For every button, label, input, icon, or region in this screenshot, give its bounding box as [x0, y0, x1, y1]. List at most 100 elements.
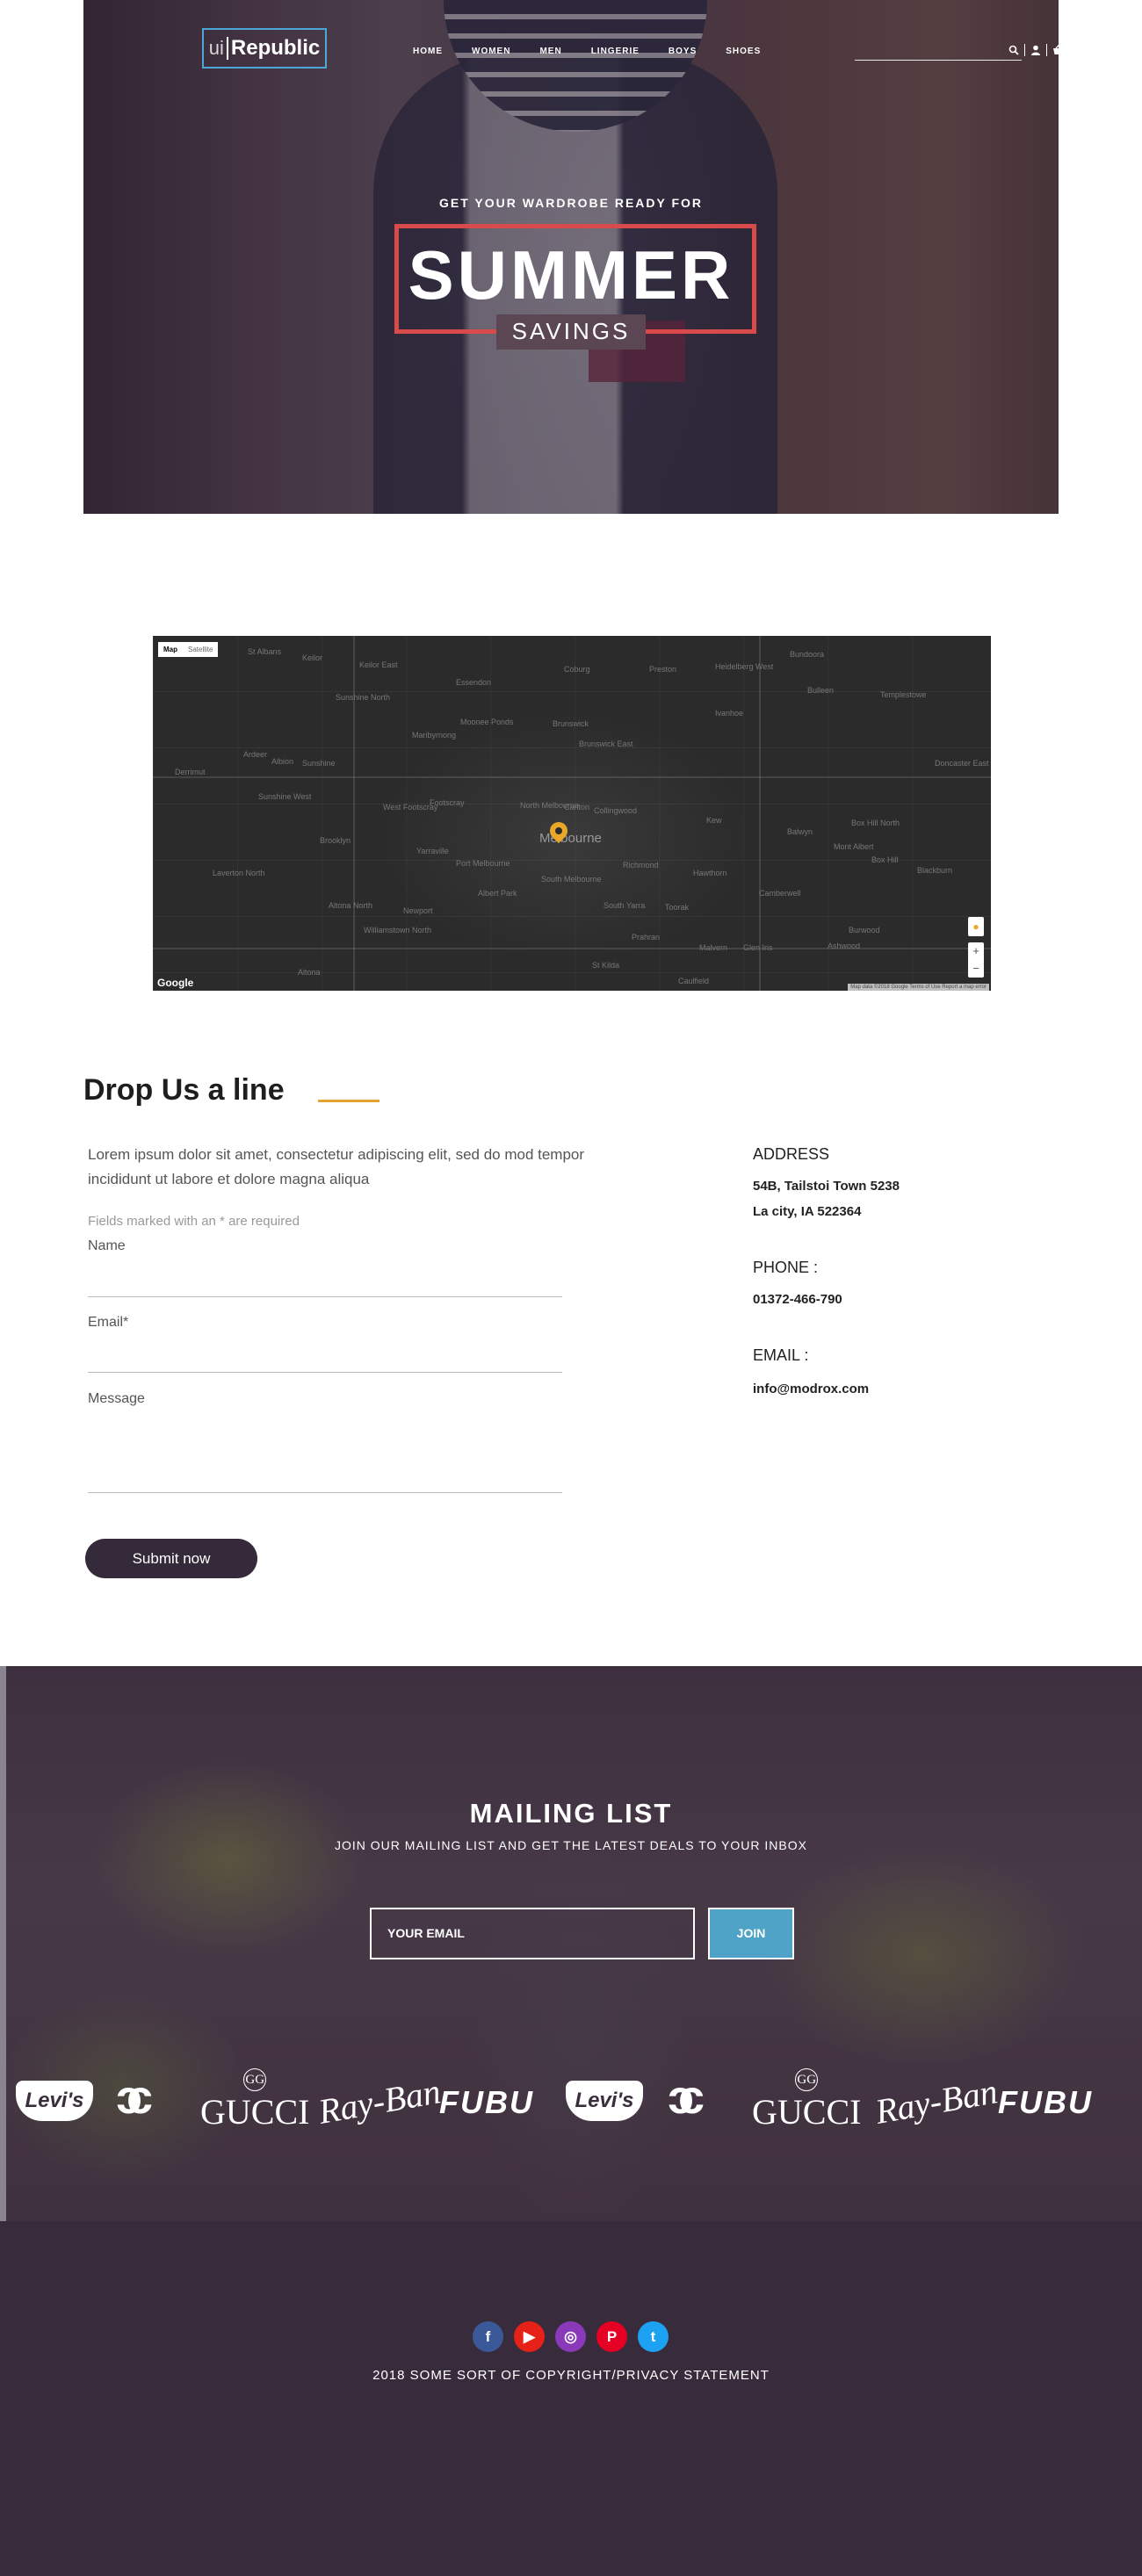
phone-value[interactable]: 01372-466-790 — [753, 1287, 842, 1312]
map-place-label: Templestowe — [880, 690, 927, 699]
map-place-label: Malvern — [699, 943, 728, 952]
map-place-label: Balwyn — [787, 827, 813, 836]
map-place-label: St Kilda — [592, 961, 620, 970]
nav-home[interactable]: HOME — [413, 47, 443, 56]
map-city-label: Melbourne — [539, 831, 602, 846]
map-place-label: St Albans — [248, 647, 282, 656]
map-type-satellite[interactable]: Satellite — [183, 642, 218, 657]
map-place-label: Ardeer — [243, 750, 268, 759]
brand-logo-fubu[interactable]: FUBU — [998, 2084, 1093, 2121]
street-view-pegman-icon[interactable]: ● — [968, 917, 984, 936]
user-icon[interactable] — [1030, 45, 1041, 55]
message-field[interactable] — [88, 1492, 562, 1493]
zoom-out-button[interactable]: − — [968, 960, 984, 978]
gucci-monogram-icon: GG — [795, 2068, 819, 2091]
brand-logo-chanel[interactable]: ↄc — [116, 2070, 153, 2125]
brand-logo-fubu[interactable]: FUBU — [439, 2084, 534, 2121]
google-logo: Google — [157, 977, 194, 989]
map-place-label: Essendon — [456, 678, 492, 687]
brand-logo-levis[interactable]: Levi's — [16, 2081, 93, 2121]
map-place-label: Prahran — [632, 933, 661, 942]
zoom-in-button[interactable]: + — [968, 942, 984, 960]
submit-button[interactable]: Submit now — [85, 1539, 257, 1578]
map-road — [153, 948, 991, 949]
hero-banner: ui Republic HOME WOMEN MEN LINGERIE BOYS… — [83, 0, 1059, 514]
map-place-label: Box Hill — [871, 855, 899, 864]
facebook-icon[interactable]: f — [473, 2321, 503, 2352]
phone-heading: PHONE : — [753, 1259, 819, 1276]
brand-strip: Levi's ↄc GG GUCCI Ray-Ban FUBU Levi's ↄc… — [0, 2068, 1142, 2140]
map-place-label: Yarraville — [416, 847, 449, 855]
map-place-label: Kew — [706, 816, 722, 825]
pinterest-icon[interactable]: P — [596, 2321, 627, 2352]
required-note: Fields marked with an * are required — [88, 1214, 300, 1229]
instagram-icon[interactable]: ◎ — [555, 2321, 586, 2352]
join-button[interactable]: JOIN — [708, 1908, 794, 1959]
map-place-label: South Yarra — [604, 901, 646, 910]
site-logo[interactable]: ui Republic — [202, 28, 327, 69]
map-place-label: Richmond — [623, 861, 659, 869]
nav-men[interactable]: MEN — [539, 47, 561, 56]
brand-logo-gucci[interactable]: GG GUCCI — [752, 2068, 861, 2132]
map-place-label: Moonee Ponds — [460, 718, 514, 726]
map-place-label: Toorak — [665, 903, 690, 912]
brand-gucci-text: GUCCI — [200, 2092, 310, 2132]
nav-boys[interactable]: BOYS — [669, 47, 697, 56]
contact-title: Drop Us a line — [83, 1073, 285, 1107]
nav-shoes[interactable]: SHOES — [726, 47, 761, 56]
map-place-label: Newport — [403, 906, 433, 915]
map-place-label: Carlton — [564, 803, 590, 812]
map-place-label: Ashwood — [828, 942, 861, 950]
map-place-label: Altona North — [329, 901, 373, 910]
map-place-label: Sunshine West — [258, 792, 312, 801]
email-field[interactable] — [88, 1372, 562, 1373]
map-place-label: Glen Iris — [743, 943, 773, 952]
map-place-label: Derrimut — [175, 768, 206, 776]
address-line-2: La city, IA 522364 — [753, 1204, 862, 1219]
icon-separator — [1024, 44, 1025, 56]
twitter-icon[interactable]: t — [638, 2321, 669, 2352]
search-input[interactable] — [855, 60, 1022, 61]
map-type-map[interactable]: Map — [158, 642, 183, 657]
brand-logo-gucci[interactable]: GG GUCCI — [200, 2068, 309, 2132]
map-zoom-controls[interactable]: + − — [968, 942, 984, 978]
map-type-toggle[interactable]: Map Satellite — [158, 642, 219, 657]
name-field[interactable] — [88, 1296, 562, 1297]
map-attribution[interactable]: Map data ©2018 Google Terms of Use Repor… — [848, 984, 989, 991]
brand-logo-levis[interactable]: Levi's — [566, 2081, 643, 2121]
newsletter-email-input[interactable]: YOUR EMAIL — [370, 1908, 695, 1959]
map-place-label: Coburg — [564, 665, 590, 674]
brand-gucci-text: GUCCI — [752, 2092, 862, 2132]
title-underline — [318, 1100, 379, 1102]
mailing-title: MAILING LIST — [469, 1798, 673, 1829]
map-place-label: Box Hill North — [851, 819, 900, 827]
email-value[interactable]: info@modrox.com — [753, 1376, 869, 1402]
basket-icon[interactable] — [1052, 45, 1059, 55]
map-place-label: Brooklyn — [320, 836, 351, 845]
nav-women[interactable]: WOMEN — [472, 47, 510, 56]
map-road — [153, 776, 991, 778]
map-place-label: West Footscray — [383, 803, 438, 812]
brand-logo-chanel[interactable]: ↄc — [668, 2070, 705, 2125]
brand-logo-rayban[interactable]: Ray-Ban — [315, 2070, 444, 2132]
map-place-label: Burwood — [849, 926, 880, 934]
search-icon[interactable] — [1008, 45, 1019, 55]
gucci-monogram-icon: GG — [243, 2068, 267, 2091]
map-place-label: Heidelberg West — [715, 662, 774, 671]
page: ui Republic HOME WOMEN MEN LINGERIE BOYS… — [0, 0, 1142, 2576]
map-place-label: Preston — [649, 665, 677, 674]
map-place-label: Doncaster East — [935, 759, 989, 768]
main-nav: HOME WOMEN MEN LINGERIE BOYS SHOES — [413, 47, 790, 56]
nav-lingerie[interactable]: LINGERIE — [591, 47, 640, 56]
brand-logo-rayban[interactable]: Ray-Ban — [872, 2070, 1001, 2132]
logo-name-text: Republic — [230, 36, 321, 60]
map-place-label: Altona — [298, 968, 321, 977]
location-map[interactable]: St Albans Keilor Keilor East Essendon Co… — [153, 636, 991, 991]
hero-title: SUMMER — [408, 236, 734, 314]
map-place-label: Camberwell — [759, 889, 801, 898]
hero-subtitle: SAVINGS — [511, 318, 631, 344]
mailing-subtitle: JOIN OUR MAILING LIST AND GET THE LATEST… — [335, 1838, 807, 1852]
map-place-label: Bundoora — [790, 650, 825, 659]
map-place-label: Albion — [271, 757, 294, 766]
youtube-icon[interactable]: ▶ — [514, 2321, 545, 2352]
